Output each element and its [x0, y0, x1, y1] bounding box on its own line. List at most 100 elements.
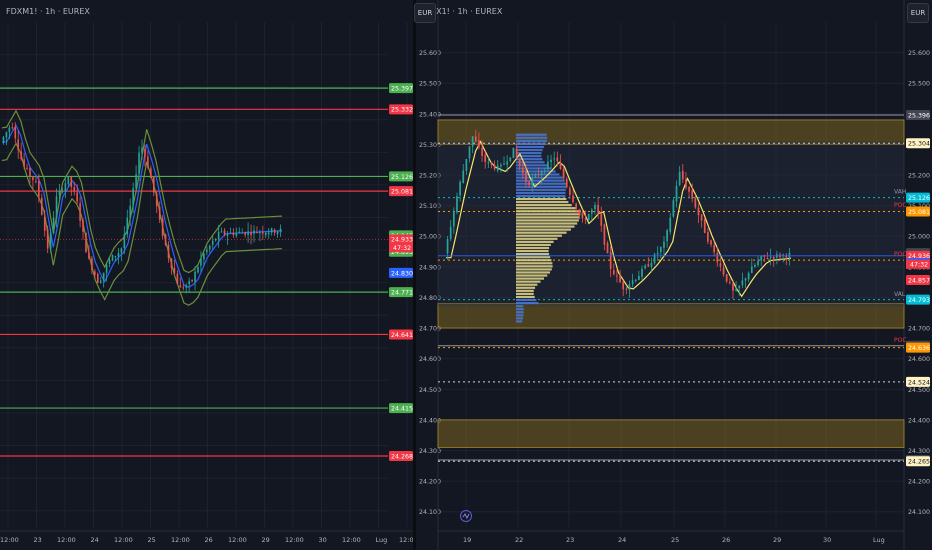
candle[interactable] — [96, 272, 99, 284]
profile-bar — [516, 277, 544, 280]
candle[interactable] — [170, 258, 173, 275]
candle[interactable] — [194, 266, 196, 291]
left-currency-button[interactable]: EUR — [414, 3, 436, 23]
candle[interactable] — [262, 225, 264, 240]
candle[interactable] — [264, 231, 267, 239]
candle-body — [569, 188, 571, 195]
candle[interactable] — [273, 228, 276, 236]
candle[interactable] — [220, 227, 223, 233]
candle[interactable] — [26, 163, 28, 171]
candle[interactable] — [102, 272, 105, 288]
candle[interactable] — [191, 279, 193, 283]
candle[interactable] — [161, 215, 164, 240]
candle-body — [270, 228, 273, 233]
level-price-tag: 24.793 — [908, 297, 930, 304]
candle[interactable] — [111, 254, 114, 262]
candle-body — [760, 255, 763, 261]
candle[interactable] — [20, 142, 22, 161]
candle[interactable] — [276, 230, 279, 238]
candle[interactable] — [270, 227, 273, 236]
candle-body — [465, 158, 468, 171]
candle[interactable] — [247, 222, 249, 243]
candle[interactable] — [164, 233, 167, 247]
candle-body — [226, 234, 229, 236]
candle[interactable] — [232, 228, 235, 238]
candle[interactable] — [152, 176, 155, 197]
candle[interactable] — [512, 147, 515, 159]
candle[interactable] — [241, 228, 244, 234]
candle-body — [40, 197, 43, 215]
left-symbol-title[interactable]: FDXM1! · 1h · EUREX — [6, 7, 90, 16]
candle[interactable] — [176, 270, 179, 285]
candle[interactable] — [5, 131, 8, 146]
candle[interactable] — [200, 251, 202, 273]
right-chart-pane[interactable]: 24.100 24.100 24.200 24.200 24.300 24.300 24.4… — [414, 0, 932, 550]
candle-body — [446, 239, 449, 254]
candle-body — [73, 187, 76, 192]
candle-body — [503, 163, 505, 165]
candle[interactable] — [52, 210, 55, 235]
candle[interactable] — [82, 218, 84, 240]
candle[interactable] — [147, 150, 149, 169]
candle[interactable] — [238, 227, 241, 234]
candle[interactable] — [155, 191, 158, 214]
candle[interactable] — [167, 241, 170, 263]
candle[interactable] — [79, 196, 81, 228]
candle-body — [694, 198, 697, 208]
candle-body — [600, 212, 603, 226]
candle[interactable] — [267, 228, 270, 240]
candle[interactable] — [17, 130, 20, 160]
candle[interactable] — [2, 135, 5, 145]
candle-body — [135, 174, 137, 189]
candle[interactable] — [91, 255, 93, 275]
candle-body — [267, 232, 270, 235]
candle[interactable] — [188, 277, 190, 293]
candle-body — [628, 284, 631, 290]
candle[interactable] — [11, 122, 14, 130]
candle-body — [625, 288, 628, 290]
candle-body — [29, 168, 31, 177]
candle-body — [691, 190, 694, 199]
candle[interactable] — [173, 259, 176, 275]
candle[interactable] — [158, 201, 161, 224]
candle[interactable] — [126, 209, 129, 239]
profile-bar — [516, 271, 550, 274]
candle-body — [91, 258, 93, 270]
supply-demand-zone[interactable] — [437, 303, 905, 329]
x-tick-label: 12:00 — [114, 536, 133, 544]
candle[interactable] — [40, 193, 43, 216]
candle-body — [719, 263, 722, 267]
right-chart-canvas[interactable]: 24.100 24.10024.200 24.20024.300 24.30024.4… — [416, 0, 932, 550]
profile-bar — [516, 185, 567, 188]
candle[interactable] — [85, 232, 87, 253]
candle[interactable] — [653, 252, 656, 265]
right-currency-button[interactable]: EUR — [907, 3, 929, 23]
candle[interactable] — [208, 244, 211, 253]
supply-demand-zone[interactable] — [437, 119, 905, 145]
candle[interactable] — [672, 197, 675, 218]
candle[interactable] — [211, 235, 214, 250]
candle[interactable] — [587, 213, 590, 222]
candle[interactable] — [244, 231, 246, 238]
supply-demand-zone[interactable] — [437, 419, 905, 448]
candle[interactable] — [279, 224, 282, 238]
candle[interactable] — [256, 226, 258, 234]
candle[interactable] — [29, 166, 31, 184]
candle[interactable] — [214, 238, 217, 242]
left-chart-pane[interactable]: 12:00 23 12:00 24 12:00 25 12:00 26 12:00 29 12:00… — [0, 0, 413, 550]
candle[interactable] — [703, 217, 706, 234]
candle[interactable] — [250, 224, 252, 245]
profile-bar — [516, 237, 558, 240]
candle-body — [644, 265, 647, 269]
candle[interactable] — [32, 175, 34, 189]
profile-bar — [516, 256, 551, 259]
left-chart-canvas[interactable]: 12:00 23 12:00 24 12:00 25 12:00 26 12:00 29 12:00… — [0, 0, 413, 550]
candle[interactable] — [70, 175, 73, 196]
left-candles[interactable] — [2, 122, 282, 294]
candle[interactable] — [229, 227, 232, 234]
candle[interactable] — [253, 225, 255, 243]
candle-body — [710, 240, 712, 245]
profile-bar — [516, 253, 550, 256]
candle-body — [76, 192, 78, 202]
candle[interactable] — [99, 276, 102, 284]
